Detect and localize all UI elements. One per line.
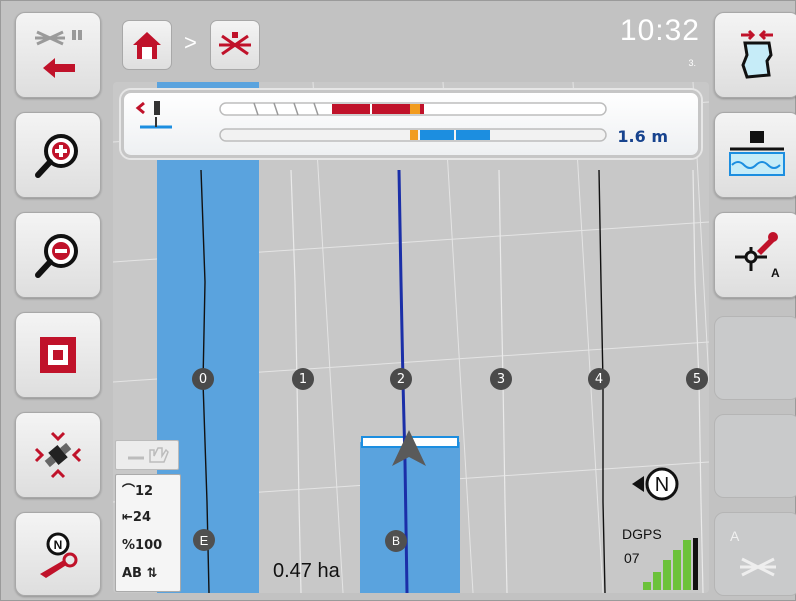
point-a-implement-button: A [714,512,796,596]
svg-text:A: A [771,266,780,280]
gps-signal-icon [643,538,698,590]
implement-icon [219,32,251,56]
satellite-center-icon [34,431,82,479]
zoom-in-button[interactable] [15,112,101,198]
boundary-icon [741,29,773,79]
cross-track-distance: 1.6 m [617,127,668,146]
field-map [113,82,709,593]
field-boundary-button[interactable] [714,12,796,98]
tractor-implement-crumb-button[interactable] [210,20,260,70]
gps-mode: DGPS [622,526,662,542]
zoom-out-button[interactable] [15,212,101,298]
empty-softkey-1 [714,316,796,400]
info-turn-radius: ⌒12 [122,483,154,499]
info-ab-mode: AB ⇅ [122,565,158,581]
top-bar: > 10:32 3. [112,8,708,76]
back-to-implement-button[interactable] [15,12,101,98]
field-overview-icon [40,337,76,373]
info-panel: ⌒12 ⇤24 %100 AB ⇅ [115,474,181,592]
info-working-width: ⇤24 [122,509,151,525]
breadcrumb-separator: > [184,30,197,55]
compass-label: N [655,474,669,496]
track-number-2: 2 [390,368,412,390]
svg-text:N: N [54,538,63,552]
map-view[interactable] [113,82,709,593]
gps-satellites: 07 [624,550,640,566]
fit-field-button[interactable] [15,312,101,398]
lightbar-panel: 1.6 m [121,90,701,158]
track-number-5: 5 [686,368,708,390]
zoom-out-icon [35,234,78,278]
clock-subscript: 3. [688,58,696,68]
north-compass[interactable]: N [630,460,690,515]
track-number-1: 1 [292,368,314,390]
track-number-3: 3 [490,368,512,390]
map-settings-button[interactable]: N [15,512,101,596]
headland-button[interactable] [714,112,796,198]
headland-icon [729,131,785,176]
worked-area-label: 0.47 ha [273,560,340,582]
lightbar-graphic [135,101,607,142]
field-marker: E [193,529,215,551]
compass-icon: N [632,467,679,501]
home-icon [133,32,161,59]
section-control-toggle[interactable] [115,440,179,470]
home-button[interactable] [122,20,172,70]
worked-area-current [360,442,460,593]
track-number-4: 4 [588,368,610,390]
info-overlap: %100 [122,537,163,553]
empty-softkey-2 [714,414,796,498]
softkey-a-label: A [730,528,740,544]
implement-back-icon [35,30,82,78]
lightbar-vehicle-icon [135,101,172,129]
zoom-in-icon [35,134,78,178]
hand-section-icon [128,447,169,463]
clock-time: 10:32 [619,14,700,47]
track-number-0: 0 [192,368,214,390]
pin-point-a-icon: A [735,232,780,280]
set-point-a-button[interactable]: A [714,212,796,298]
implement-point-icon: A [730,528,776,577]
compass-wrench-icon: N [40,532,78,578]
center-vehicle-button[interactable] [15,412,101,498]
boundary-marker: B [385,530,407,552]
